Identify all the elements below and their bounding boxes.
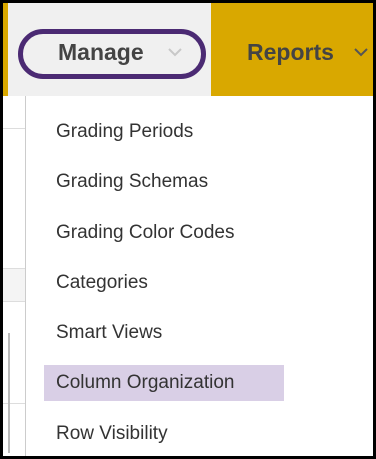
menu-item-smart-views[interactable]: Smart Views (44, 315, 174, 351)
chevron-down-icon[interactable] (167, 44, 183, 60)
background-divider (3, 403, 25, 404)
manage-menu-label[interactable]: Manage (58, 39, 144, 66)
menu-item-categories[interactable]: Categories (44, 265, 160, 301)
chevron-down-icon[interactable] (353, 44, 369, 60)
menu-item-grading-periods[interactable]: Grading Periods (44, 114, 205, 150)
background-edge (8, 333, 10, 453)
menu-item-grading-schemas[interactable]: Grading Schemas (44, 164, 220, 200)
screenshot-frame: Manage Reports Grading Periods Grading S… (0, 0, 376, 459)
menu-item-grading-color-codes[interactable]: Grading Color Codes (44, 215, 246, 251)
menu-item-row-visibility[interactable]: Row Visibility (44, 416, 180, 452)
reports-menu-label[interactable]: Reports (247, 39, 334, 66)
manage-dropdown-menu: Grading Periods Grading Schemas Grading … (25, 96, 373, 456)
background-row (3, 268, 25, 302)
menu-item-column-organization[interactable]: Column Organization (44, 365, 284, 401)
top-nav-bar: Manage Reports (3, 3, 373, 96)
background-divider (3, 128, 25, 129)
